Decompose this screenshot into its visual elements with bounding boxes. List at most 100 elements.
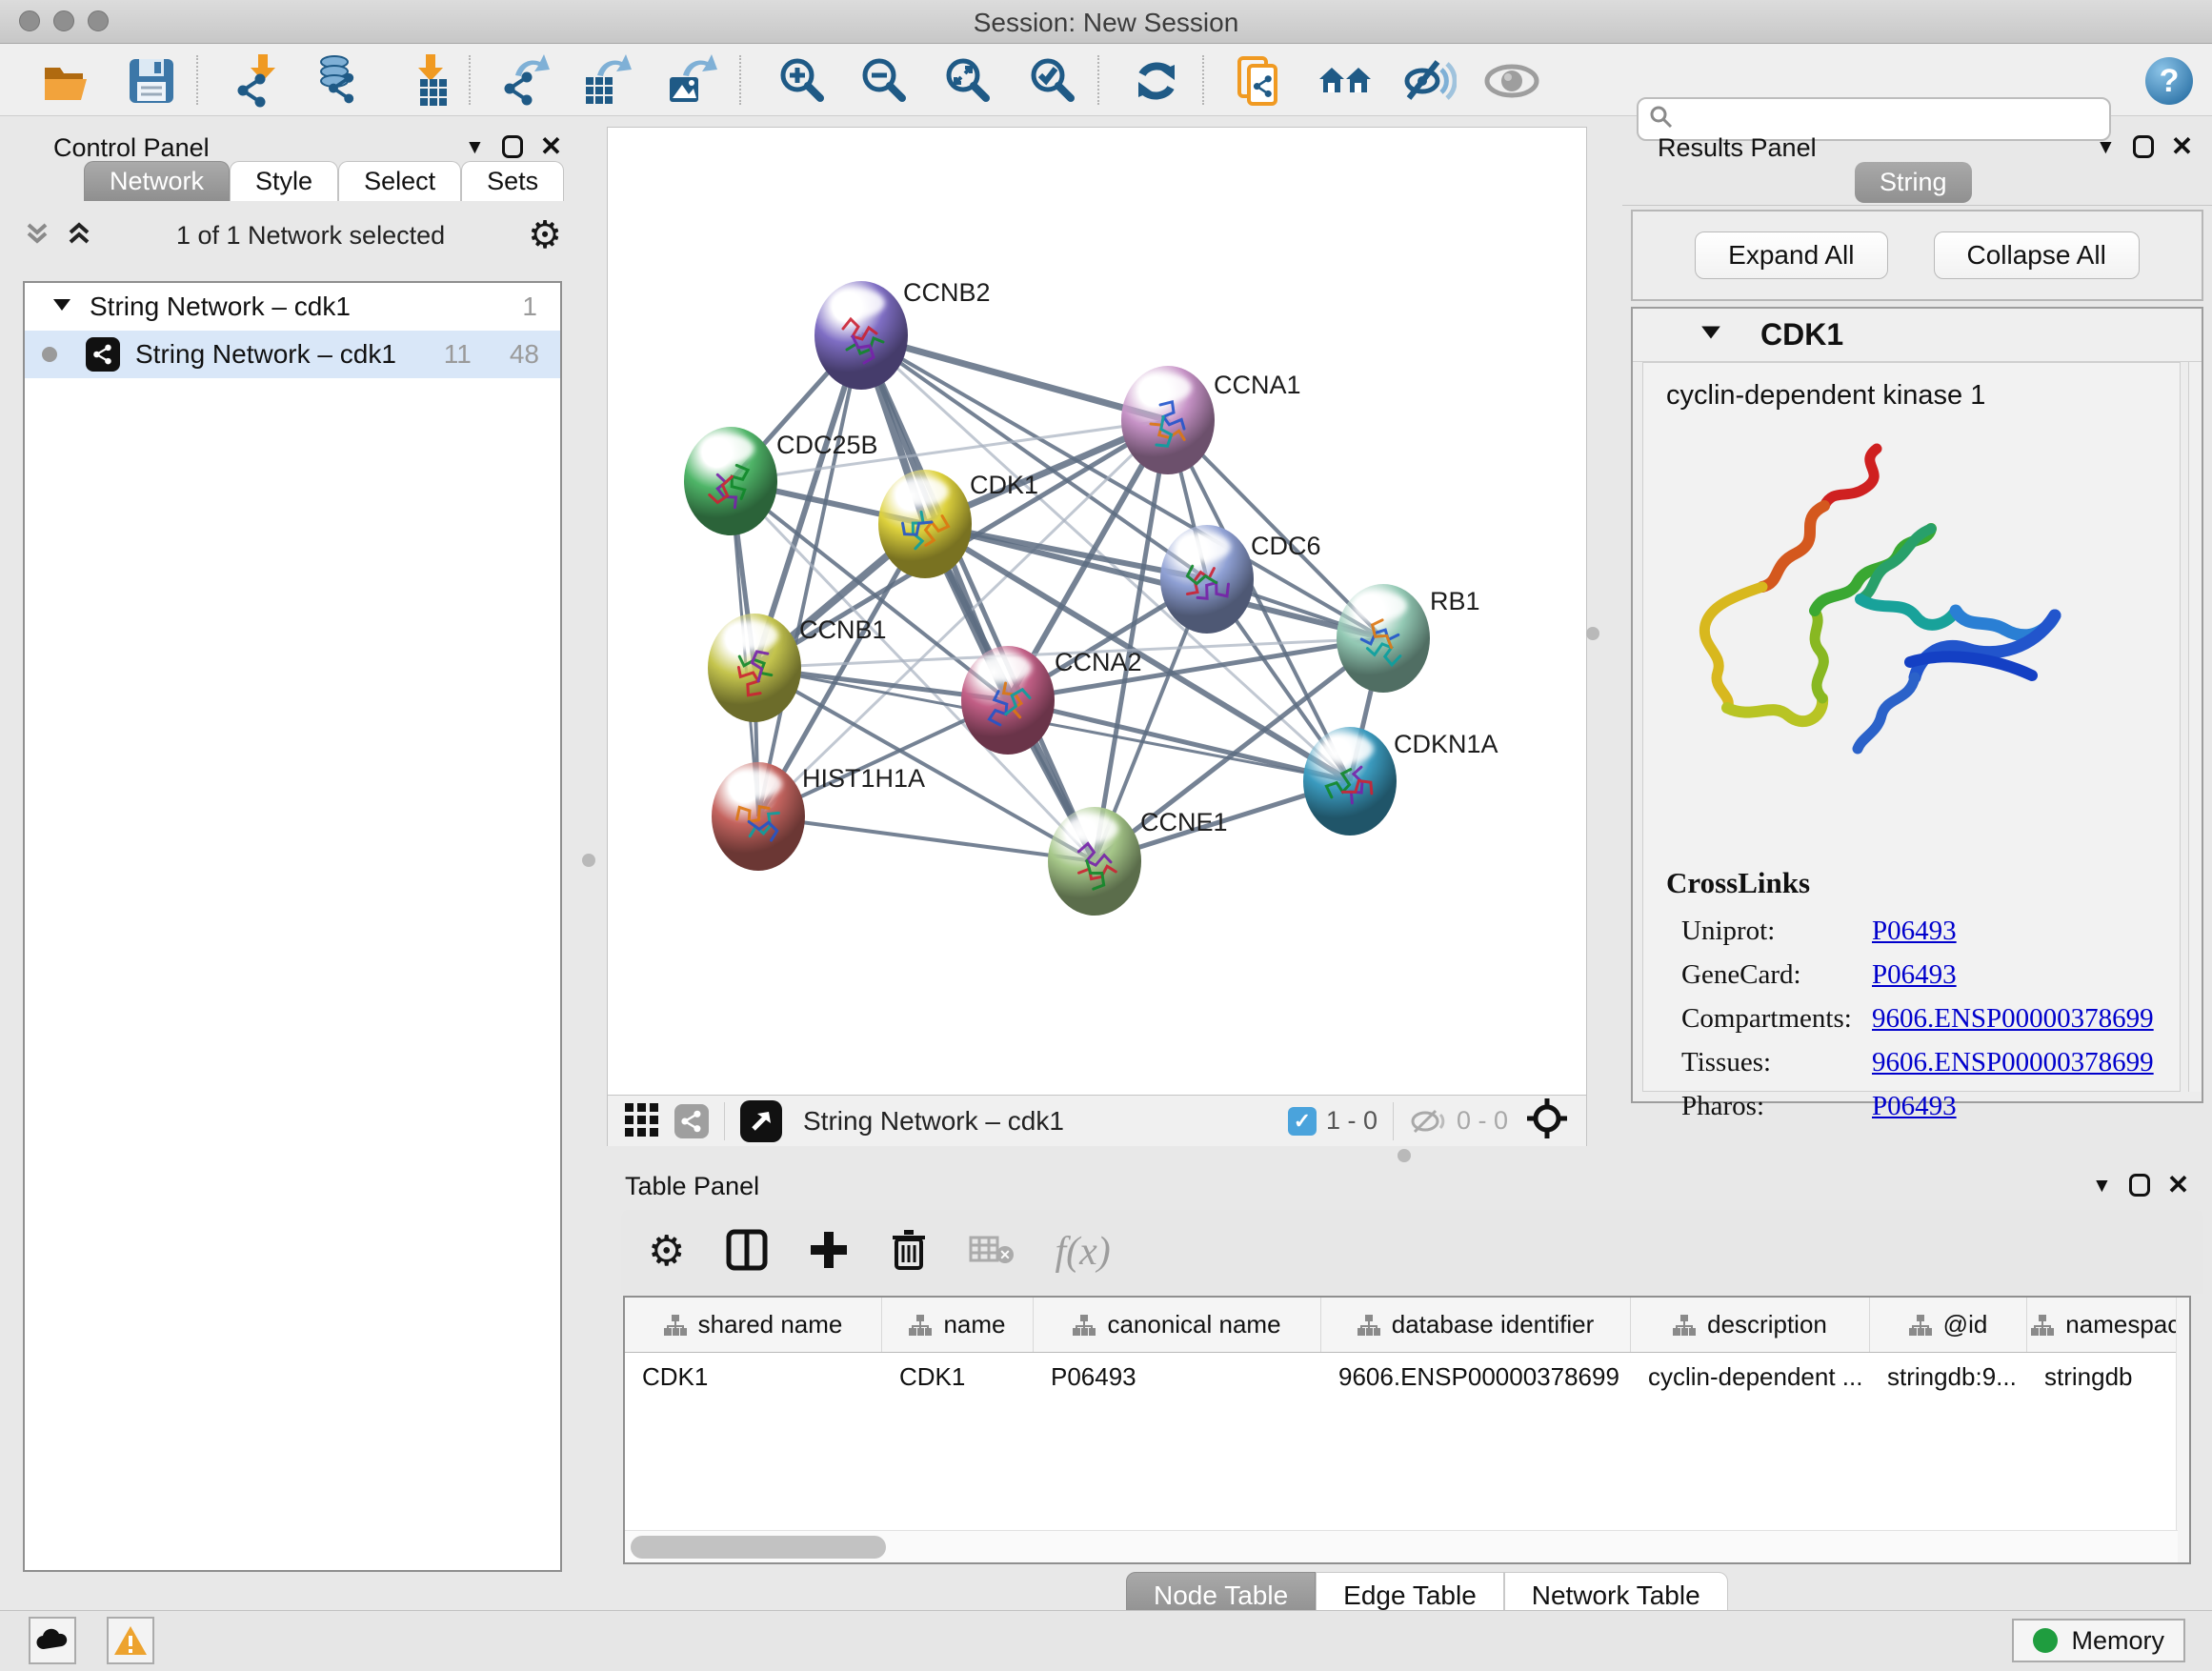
crosslink-link[interactable]: P06493 [1872,1091,1957,1122]
crosslink-link[interactable]: 9606.ENSP00000378699 [1872,1003,2154,1035]
crosslink-label: Pharos: [1681,1091,1872,1122]
network-node-ccnb1[interactable] [708,614,801,722]
node-label-ccne1: CCNE1 [1140,808,1228,837]
show-graphics-details-icon[interactable] [1484,53,1539,109]
column-header-description[interactable]: description [1631,1298,1870,1352]
export-table-icon[interactable] [579,53,634,109]
expand-all-button[interactable]: Expand All [1695,232,1887,279]
tab-select[interactable]: Select [338,161,461,201]
float-panel-icon[interactable]: ▼ [2096,137,2116,157]
network-node-rb1[interactable] [1337,584,1430,693]
table-cell: 9606.ENSP00000378699 [1321,1353,1631,1400]
network-node-ccnb2[interactable] [814,281,908,390]
delete-column-icon[interactable] [889,1228,929,1277]
collapse-triangle-icon[interactable] [51,292,72,322]
protein-description: cyclin-dependent kinase 1 [1643,363,2180,412]
search-input[interactable] [1684,105,2109,134]
expand-all-icon[interactable] [65,219,93,252]
bottom-splitter-handle[interactable] [1398,1149,1411,1162]
column-header-label: name [943,1310,1005,1339]
close-panel-icon[interactable]: ✕ [2171,133,2193,160]
tab-network[interactable]: Network [84,161,230,201]
network-node-cdc25b[interactable] [684,427,777,535]
column-header--id[interactable]: @id [1870,1298,2027,1352]
network-node-cdk1[interactable] [878,470,972,578]
zoom-fit-icon[interactable] [939,53,995,109]
crosslink-link[interactable]: 9606.ENSP00000378699 [1872,1047,2154,1078]
network-edge[interactable] [1008,700,1350,781]
network-node-cdc6[interactable] [1160,525,1254,634]
network-edge[interactable] [758,816,1095,861]
hide-selected-icon[interactable] [1401,53,1457,109]
column-header-namespace[interactable]: namespace [2027,1298,2191,1352]
network-node-ccna2[interactable] [961,646,1055,755]
table-options-gear-icon[interactable]: ⚙ [648,1231,685,1273]
help-button[interactable]: ? [2142,53,2197,109]
right-splitter-handle[interactable] [1586,627,1599,640]
grid-view-icon[interactable] [623,1099,661,1142]
maximize-panel-icon[interactable] [502,135,523,158]
results-vertical-scrollbar[interactable] [2188,362,2202,1092]
maximize-panel-icon[interactable] [2129,1174,2150,1197]
clone-network-icon[interactable] [1233,53,1288,109]
warning-button[interactable] [107,1617,154,1664]
birds-eye-view-icon[interactable] [1525,1097,1569,1145]
memory-button[interactable]: Memory [2012,1619,2185,1662]
collapse-all-button[interactable]: Collapse All [1934,232,2140,279]
crosslink-link[interactable]: P06493 [1872,916,1957,947]
network-node-cdkn1a[interactable] [1303,727,1397,836]
zoom-selected-icon[interactable] [1024,53,1079,109]
collapse-all-icon[interactable] [23,219,51,252]
import-table-file-icon[interactable] [398,53,453,109]
left-splitter-handle[interactable] [582,854,595,867]
export-network-icon[interactable] [497,53,553,109]
import-network-file-icon[interactable] [231,53,286,109]
network-node-ccna1[interactable] [1121,366,1215,474]
zoom-out-icon[interactable] [855,53,911,109]
network-node-ccne1[interactable] [1048,807,1141,916]
float-panel-icon[interactable]: ▼ [465,137,485,157]
column-header-shared-name[interactable]: shared name [625,1298,882,1352]
close-panel-icon[interactable]: ✕ [540,133,562,160]
crosslink-link[interactable]: P06493 [1872,959,1957,991]
tab-sets[interactable]: Sets [461,161,564,201]
network-row[interactable]: String Network – cdk1 11 48 [25,331,560,378]
section-collapse-triangle-icon[interactable] [1699,321,1722,349]
table-panel-title: Table Panel [625,1172,759,1201]
open-session-icon[interactable] [38,53,93,109]
create-column-icon[interactable] [809,1230,849,1275]
column-header-database-identifier[interactable]: database identifier [1321,1298,1631,1352]
protein-thumbnail [1337,584,1430,693]
import-network-database-icon[interactable] [311,53,366,109]
tab-style[interactable]: Style [230,161,338,201]
scrollbar-thumb[interactable] [631,1536,886,1559]
network-canvas[interactable]: CCNB2 CCNA1 CDC25B CDK1 [608,128,1588,1095]
tab-string[interactable]: String [1855,162,1972,203]
show-columns-icon[interactable] [725,1228,769,1277]
protein-section-header[interactable]: CDK1 [1633,309,2202,362]
cloud-button[interactable] [29,1617,76,1664]
network-collection-row[interactable]: String Network – cdk1 1 [25,283,560,331]
network-share-icon[interactable] [674,1104,709,1138]
network-edge[interactable] [758,335,861,816]
apply-layout-icon[interactable] [1129,53,1184,109]
column-header-name[interactable]: name [882,1298,1034,1352]
network-node-hist1h1a[interactable] [712,762,805,871]
close-panel-icon[interactable]: ✕ [2167,1172,2189,1198]
save-session-icon[interactable] [124,53,179,109]
maximize-panel-icon[interactable] [2133,135,2154,158]
zoom-in-icon[interactable] [774,53,829,109]
control-panel-header-icons: ▼ ✕ [465,133,562,160]
detach-view-icon[interactable] [740,1100,782,1142]
selected-checkbox-icon[interactable]: ✓ [1288,1107,1317,1136]
float-panel-icon[interactable]: ▼ [2092,1176,2112,1196]
table-vertical-scrollbar[interactable] [2176,1298,2189,1562]
first-neighbors-icon[interactable] [1317,53,1373,109]
svg-text:?: ? [2160,63,2180,99]
export-image-icon[interactable] [663,53,718,109]
network-row-label: String Network – cdk1 [135,339,444,370]
network-view-panel: CCNB2 CCNA1 CDC25B CDK1 [607,127,1587,1146]
column-header-canonical-name[interactable]: canonical name [1034,1298,1321,1352]
table-row[interactable]: CDK1CDK1P064939606.ENSP00000378699cyclin… [625,1353,2189,1400]
network-options-gear-icon[interactable]: ⚙ [528,216,562,254]
